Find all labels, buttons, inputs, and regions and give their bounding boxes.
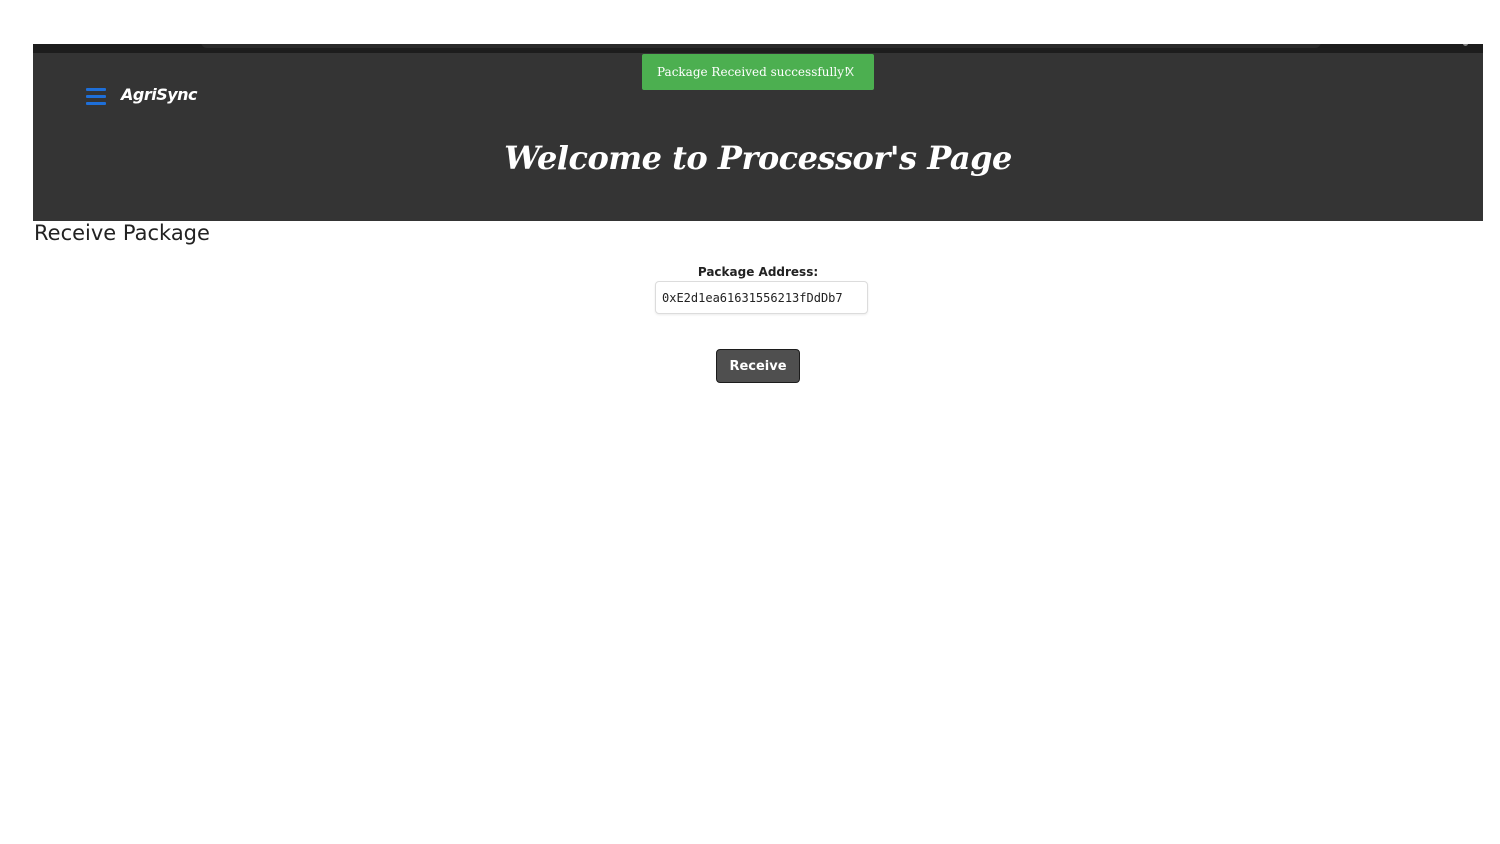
success-toast: Package Received successfully! X [642, 54, 874, 90]
browser-top-strip [33, 44, 1483, 53]
hamburger-menu-icon[interactable] [86, 88, 106, 106]
receive-button[interactable]: Receive [716, 349, 800, 383]
toast-message: Package Received successfully! [657, 65, 849, 79]
address-bar-edge [201, 44, 1321, 48]
package-address-label: Package Address: [697, 265, 819, 279]
section-title: Receive Package [34, 221, 210, 245]
toast-close-button[interactable]: X [846, 65, 854, 79]
package-address-input[interactable] [655, 281, 868, 314]
welcome-title: Welcome to Processor's Page [504, 139, 1012, 177]
window-control-dot [1463, 44, 1468, 46]
brand-logo-text[interactable]: AgriSync [121, 85, 198, 104]
